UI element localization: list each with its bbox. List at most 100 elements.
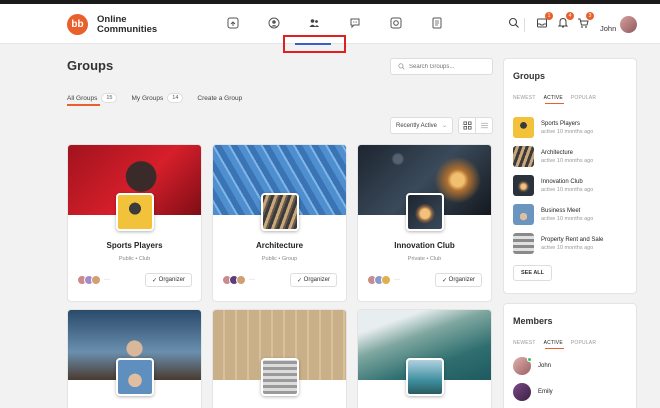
filter-popular[interactable]: POPULAR <box>571 95 596 101</box>
tab-count: 14 <box>167 93 184 103</box>
member-avatar <box>513 357 532 375</box>
widget-group-item[interactable]: Sports Players active 10 months ago <box>513 117 593 138</box>
organizer-label: Organizer <box>158 277 185 283</box>
notifications-icon[interactable]: 4 <box>557 12 574 29</box>
group-search-input[interactable] <box>409 63 489 70</box>
more-members[interactable]: ··· <box>104 277 110 283</box>
member-item[interactable]: John <box>513 357 551 375</box>
group-name: Business Meet <box>541 207 581 214</box>
group-thumb <box>513 117 534 138</box>
filter-popular[interactable]: POPULAR <box>571 340 596 346</box>
group-card-architecture[interactable]: Architecture Public • Group ··· ✓ Organi… <box>212 144 347 302</box>
group-card-property[interactable] <box>212 309 347 408</box>
group-activity: active 10 months ago <box>541 244 594 251</box>
groups-icon[interactable] <box>308 17 320 29</box>
tab-count: 15 <box>101 93 118 103</box>
active-tab-indicator <box>67 104 100 106</box>
widget-group-item[interactable]: Architecture active 10 months ago <box>513 146 593 167</box>
group-thumb <box>513 175 534 196</box>
grid-view-icon[interactable] <box>459 118 476 133</box>
tab-label: All Groups <box>67 94 98 102</box>
group-name[interactable]: Innovation Club <box>358 241 491 250</box>
member-avatars: ··· <box>367 275 400 285</box>
logo-mark: bb <box>67 14 88 35</box>
group-name[interactable]: Sports Players <box>68 241 201 250</box>
member-avatar[interactable] <box>381 275 391 285</box>
widget-title: Members <box>513 316 553 326</box>
profile-icon[interactable] <box>268 17 280 29</box>
group-card-business-meet[interactable] <box>67 309 202 408</box>
filter-newest[interactable]: NEWEST <box>513 95 536 101</box>
active-filter-indicator <box>545 103 564 104</box>
site-logo[interactable]: bb Online Communities <box>67 14 157 35</box>
group-card-lake[interactable] <box>357 309 492 408</box>
group-avatar[interactable] <box>406 358 444 396</box>
widget-group-item[interactable]: Property Rent and Sale active 10 months a… <box>513 233 603 254</box>
group-avatar[interactable] <box>116 193 154 231</box>
group-avatar[interactable] <box>261 193 299 231</box>
organizer-button[interactable]: ✓ Organizer <box>144 273 192 287</box>
groups-widget: Groups NEWEST ACTIVE POPULAR Sports Play… <box>503 58 637 294</box>
member-avatars: ··· <box>222 275 255 285</box>
group-name: Sports Players <box>541 120 581 127</box>
member-name: Emily <box>538 389 553 395</box>
logo-line-1: Online <box>97 13 127 25</box>
list-view-icon[interactable] <box>476 118 492 133</box>
see-all-button[interactable]: SEE ALL <box>513 265 553 281</box>
widget-filter-tabs: NEWEST ACTIVE POPULAR <box>513 95 604 101</box>
group-avatar[interactable] <box>116 358 154 396</box>
photos-icon[interactable] <box>390 17 402 29</box>
member-name: John <box>538 363 552 369</box>
filter-active[interactable]: ACTIVE <box>544 340 563 346</box>
more-members[interactable]: ··· <box>394 277 400 283</box>
widget-group-item[interactable]: Innovation Club active 10 months ago <box>513 175 593 196</box>
group-avatar[interactable] <box>406 193 444 231</box>
logo-line-2: Communities <box>97 23 158 35</box>
header-search-icon[interactable] <box>508 17 520 29</box>
member-item[interactable]: Emily <box>513 383 553 401</box>
member-avatar[interactable] <box>91 275 101 285</box>
organizer-button[interactable]: ✓ Organizer <box>434 273 482 287</box>
cart-icon[interactable]: 3 <box>577 12 594 29</box>
group-name: Innovation Club <box>541 178 583 185</box>
widget-title: Groups <box>513 71 546 81</box>
member-avatar[interactable] <box>236 275 246 285</box>
messages-icon[interactable] <box>349 17 361 29</box>
filter-active[interactable]: ACTIVE <box>544 95 563 101</box>
members-widget: Members NEWEST ACTIVE POPULAR John Emily <box>503 303 637 408</box>
tab-create-group[interactable]: Create a Group <box>197 95 242 102</box>
organizer-button[interactable]: ✓ Organizer <box>289 273 337 287</box>
group-card-sports-players[interactable]: Sports Players Public • Club ··· ✓ Organ… <box>67 144 202 302</box>
more-members[interactable]: ··· <box>249 277 255 283</box>
sort-dropdown[interactable]: Recently Active ⌄ <box>390 117 453 134</box>
notifications-badge: 4 <box>566 12 574 20</box>
groups-tabs: All Groups 15 My Groups 14 Create a Grou… <box>67 93 256 103</box>
highlight-annotation-box <box>283 35 346 53</box>
group-name[interactable]: Architecture <box>213 241 346 250</box>
widget-group-item[interactable]: Business Meet active 10 months ago <box>513 204 593 225</box>
documents-icon[interactable] <box>431 17 443 29</box>
group-name: Architecture <box>541 149 574 156</box>
tab-all-groups[interactable]: All Groups 15 <box>67 93 118 103</box>
organizer-label: Organizer <box>448 277 475 283</box>
group-search-field[interactable] <box>390 58 493 75</box>
inbox-icon[interactable]: 1 <box>536 12 553 29</box>
group-name: Property Rent and Sale <box>541 236 604 243</box>
group-thumb <box>513 146 534 167</box>
user-avatar[interactable] <box>620 16 637 33</box>
member-avatars: ··· <box>77 275 110 285</box>
group-activity: active 10 months ago <box>541 157 594 164</box>
cart-badge: 3 <box>586 12 594 20</box>
header-username[interactable]: John <box>600 24 616 33</box>
group-avatar[interactable] <box>261 358 299 396</box>
organizer-label: Organizer <box>303 277 330 283</box>
online-status-dot <box>527 357 532 362</box>
group-activity: active 10 months ago <box>541 215 594 222</box>
tab-my-groups[interactable]: My Groups 14 <box>131 93 184 103</box>
group-thumb <box>513 233 534 254</box>
filter-newest[interactable]: NEWEST <box>513 340 536 346</box>
widget-filter-tabs: NEWEST ACTIVE POPULAR <box>513 340 604 346</box>
group-card-innovation-club[interactable]: Innovation Club Private • Club ··· ✓ Org… <box>357 144 492 302</box>
activity-icon[interactable] <box>227 17 239 29</box>
search-icon <box>398 63 405 70</box>
